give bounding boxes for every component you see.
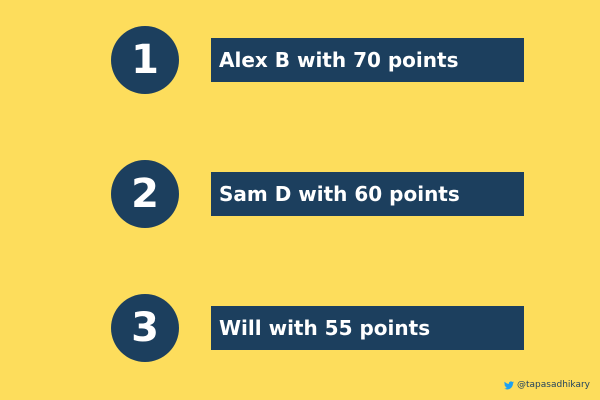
rank-badge-3: 3 <box>111 294 179 362</box>
author-credit: @tapasadhikary <box>504 380 590 390</box>
leaderboard-entry-3: Will with 55 points <box>211 306 524 350</box>
leaderboard-entry-1: Alex B with 70 points <box>211 38 524 82</box>
rank-badge-1: 1 <box>111 26 179 94</box>
rank-badge-2: 2 <box>111 160 179 228</box>
twitter-bird-icon <box>504 380 514 390</box>
author-handle: @tapasadhikary <box>517 380 590 390</box>
leaderboard-entry-2: Sam D with 60 points <box>211 172 524 216</box>
